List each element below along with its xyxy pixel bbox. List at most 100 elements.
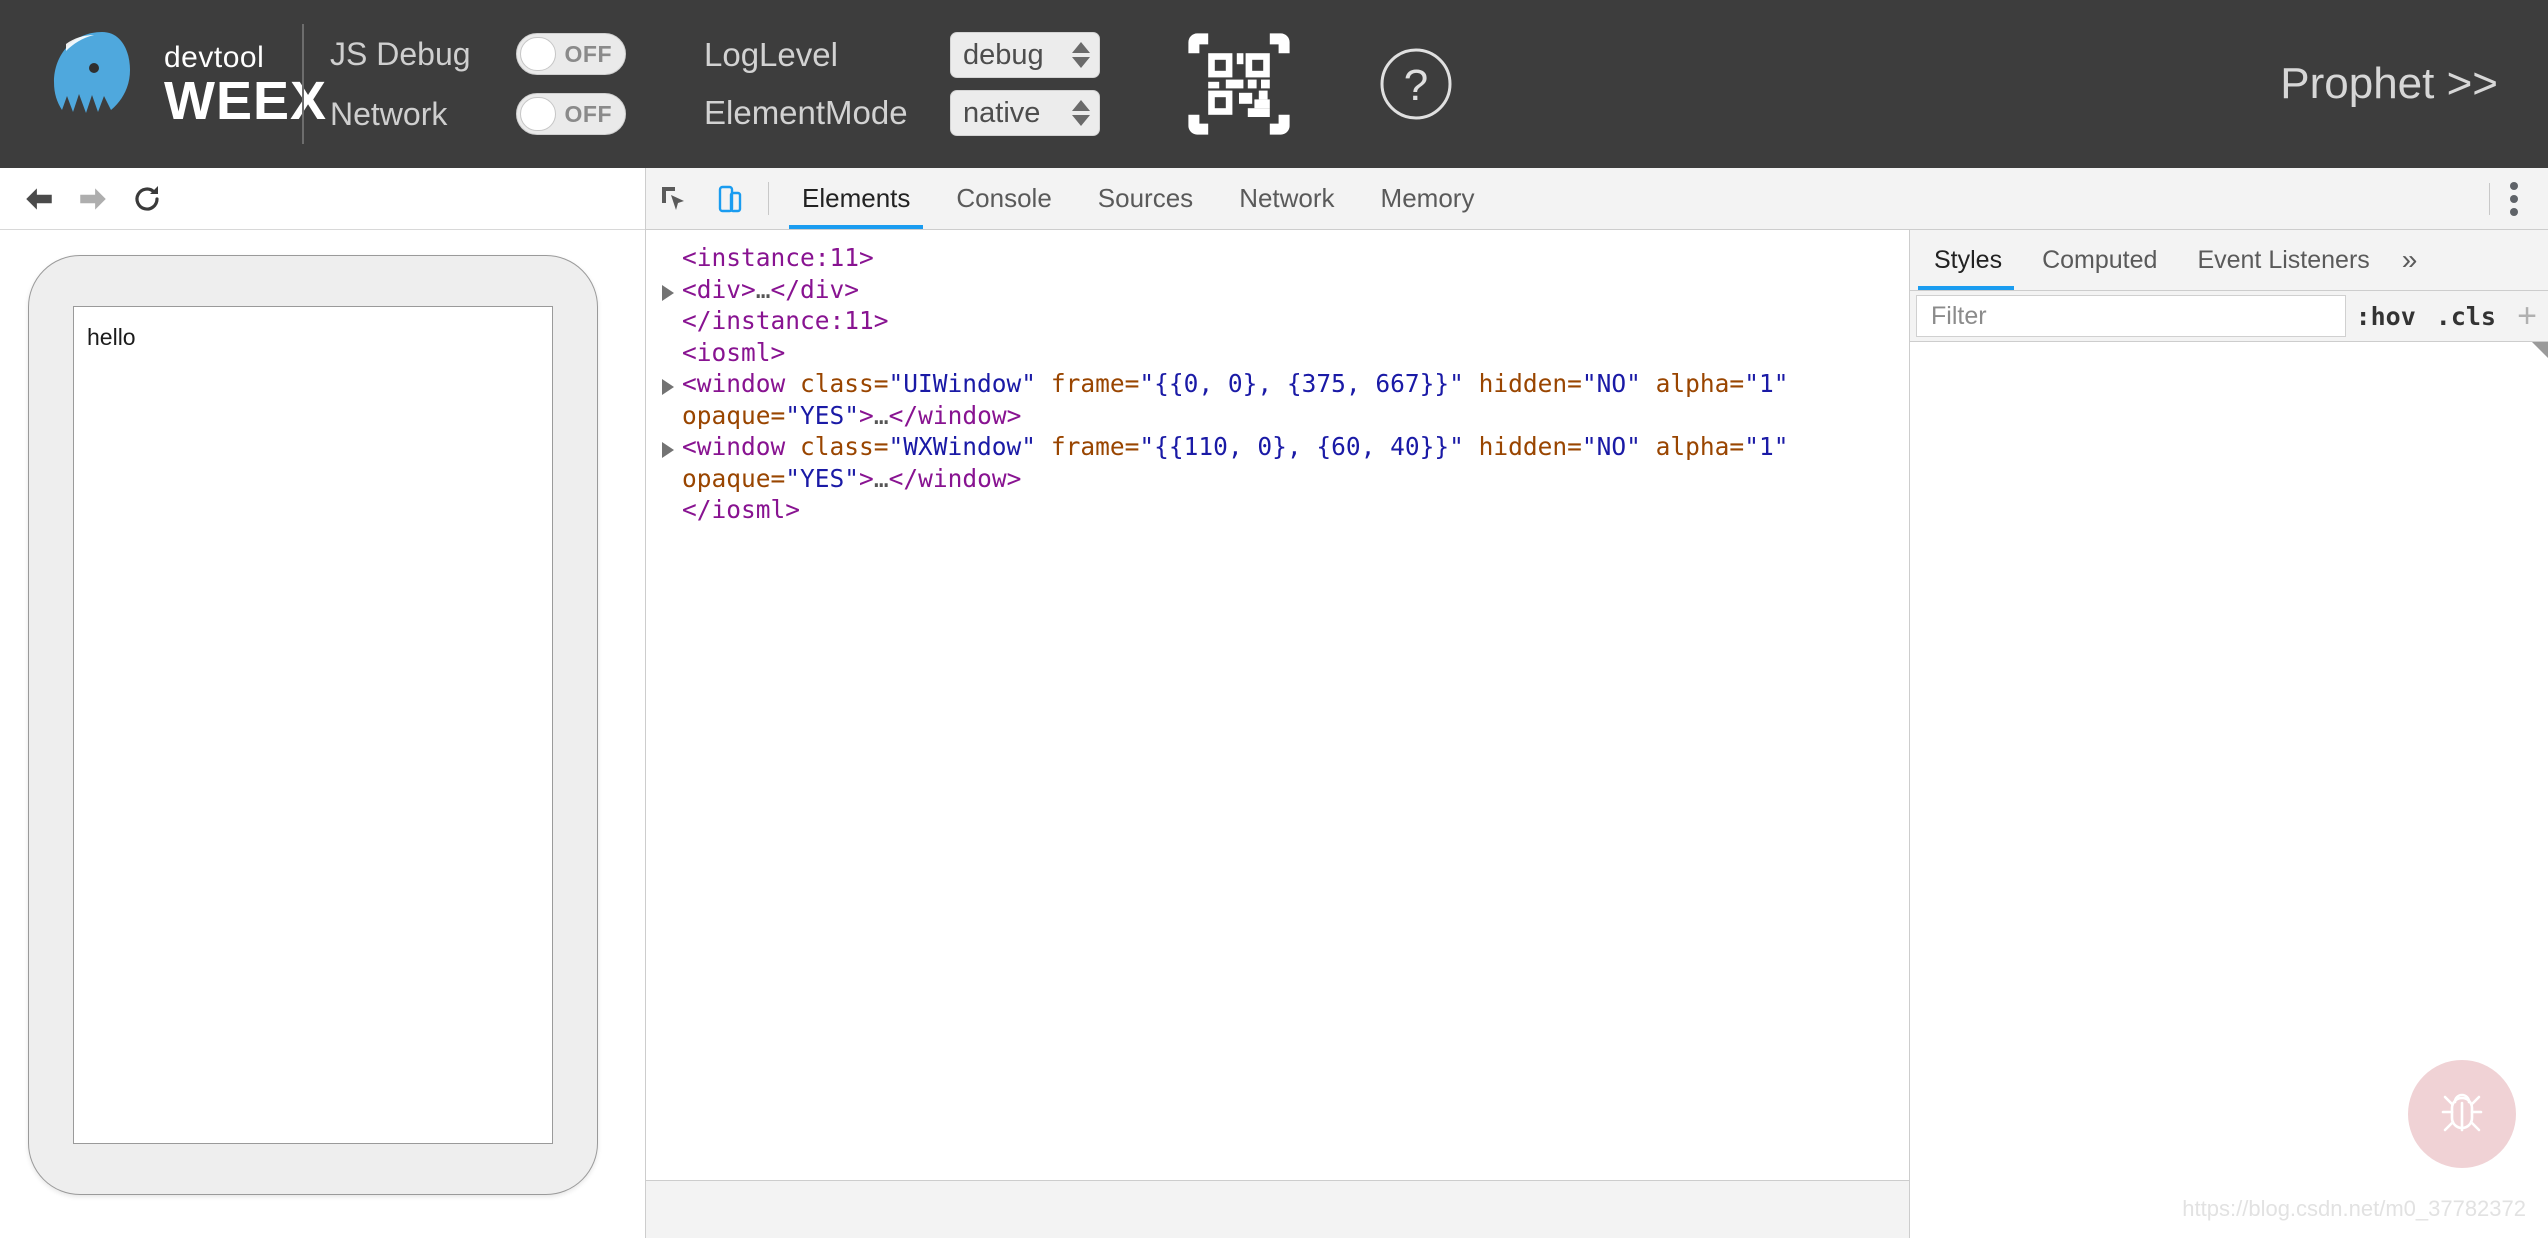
dom-tree-line[interactable]: <window class="UIWindow" frame="{{0, 0},… [660, 368, 1909, 431]
tab-sources[interactable]: Sources [1075, 168, 1216, 229]
tab-elements[interactable]: Elements [779, 168, 933, 229]
switch-group: JS Debug OFF Network OFF [330, 31, 626, 137]
tab-computed[interactable]: Computed [2022, 230, 2177, 290]
app-header: devtool WEEX JS Debug OFF Network OFF Lo… [0, 0, 2548, 168]
select-group: LogLevel debug ElementMode native [704, 32, 1100, 136]
dom-token-attrv: "YES" [785, 463, 860, 493]
arrow-back-icon[interactable] [12, 172, 66, 226]
dom-token-tag: <window [682, 432, 801, 461]
elementmode-select[interactable]: native [950, 90, 1100, 136]
devtools-panel: Elements Console Sources Network Memory … [645, 168, 2548, 1238]
help-question-icon[interactable]: ? [1378, 46, 1454, 122]
dom-token-eq: = [770, 463, 786, 493]
dom-token-tag: </window> [888, 463, 1022, 493]
svg-text:?: ? [1404, 61, 1428, 110]
dom-token-attrv: "{{0, 0}, {375, 667}}" [1139, 369, 1464, 398]
dom-token-attrn: hidden [1463, 369, 1568, 398]
network-state: OFF [564, 100, 612, 127]
dom-token-tag: <instance:11> [682, 243, 874, 272]
bug-icon[interactable] [2408, 1060, 2516, 1168]
js-debug-row: JS Debug OFF [330, 31, 626, 77]
device-toolbar-icon[interactable] [702, 168, 758, 229]
dom-token-attrv: "NO" [1581, 369, 1641, 398]
loglevel-select[interactable]: debug [950, 32, 1100, 78]
tab-network[interactable]: Network [1216, 168, 1357, 229]
kebab-menu-icon[interactable] [2494, 181, 2534, 216]
devtools-toolbar: Elements Console Sources Network Memory [646, 168, 2548, 230]
stepper-arrows-icon [1072, 42, 1090, 68]
dom-tree-line[interactable]: <instance:11> [660, 242, 1909, 274]
dom-tree[interactable]: <instance:11> <div>…</div> </instance:11> <… [646, 230, 1909, 1180]
stepper-arrows-icon [1072, 100, 1090, 126]
dom-token-tag: </iosml> [682, 495, 801, 524]
weex-bird-logo-icon [46, 28, 154, 140]
dom-token-attrv: "1" [1744, 432, 1789, 461]
dom-token-attrn: class [800, 432, 874, 461]
toolbar-divider [768, 182, 769, 215]
dom-token-attrn: frame [1036, 432, 1125, 461]
header-divider [302, 24, 304, 144]
arrow-forward-icon[interactable] [66, 172, 120, 226]
dom-token-attrv: "YES" [785, 400, 860, 430]
toggle-knob [520, 97, 556, 131]
dom-tree-line[interactable]: <window class="WXWindow" frame="{{110, 0… [660, 431, 1909, 494]
dom-token-eq: = [1729, 369, 1745, 398]
elementmode-label: ElementMode [704, 94, 908, 131]
dom-tree-line[interactable]: </instance:11> [660, 305, 1909, 337]
js-debug-state: OFF [564, 40, 612, 67]
devtools-toolbar-right [2485, 168, 2548, 229]
tab-memory[interactable]: Memory [1358, 168, 1498, 229]
dom-token-tag: <window [682, 369, 801, 398]
network-toggle[interactable]: OFF [516, 93, 626, 135]
devtools-body: <instance:11> <div>…</div> </instance:11> <… [646, 230, 2548, 1238]
tab-event-listeners[interactable]: Event Listeners [2177, 230, 2389, 290]
dom-token-attrv: "NO" [1581, 432, 1641, 461]
expand-triangle-icon[interactable] [662, 379, 674, 395]
styles-filter-input[interactable]: Filter [1916, 295, 2346, 337]
loglevel-row: LogLevel debug [704, 32, 1100, 78]
dom-breadcrumb-bar [646, 1180, 1909, 1238]
expand-triangle-icon[interactable] [662, 442, 674, 458]
dom-token-tag: <iosml> [682, 337, 786, 367]
dom-token-tag: </window> [888, 400, 1022, 430]
loglevel-value: debug [963, 38, 1044, 71]
brand: devtool WEEX [46, 28, 326, 140]
dom-token-attrn: frame [1036, 369, 1125, 398]
inspect-cursor-icon[interactable] [646, 168, 702, 229]
js-debug-label: JS Debug [330, 35, 471, 72]
add-style-rule-button[interactable]: + [2506, 295, 2548, 337]
loglevel-label: LogLevel [704, 36, 838, 73]
expand-triangle-icon[interactable] [662, 284, 674, 301]
dom-token-eq: = [873, 432, 889, 461]
dom-token-dots: … [873, 400, 889, 430]
chevron-double-right-icon[interactable]: » [2390, 230, 2430, 290]
cls-toggle-button[interactable]: .cls [2426, 295, 2506, 337]
dom-token-eq: = [770, 400, 786, 430]
dom-token-tag: <div> [682, 274, 756, 304]
toggle-knob [520, 37, 556, 71]
dom-tree-line[interactable]: <iosml> [660, 337, 1909, 369]
dom-tree-line[interactable]: <div>…</div> [660, 274, 1909, 306]
dom-token-tag: </instance:11> [682, 306, 889, 335]
dom-token-eq: = [1567, 369, 1582, 398]
dom-token-attrv: "{{110, 0}, {60, 40}}" [1139, 432, 1464, 461]
dom-tree-line[interactable]: </iosml> [660, 494, 1909, 526]
prophet-link[interactable]: Prophet >> [2280, 59, 2498, 109]
device-preview: hello [28, 255, 598, 1195]
hov-toggle-button[interactable]: :hov [2346, 295, 2426, 337]
tab-console[interactable]: Console [933, 168, 1074, 229]
browser-nav-bar [0, 168, 645, 230]
reload-icon[interactable] [120, 172, 174, 226]
dom-token-attrn: class [800, 369, 874, 398]
dom-token-attrn: alpha [1640, 432, 1730, 461]
dom-token-attrv: "1" [1744, 369, 1789, 398]
phone-frame: hello [28, 255, 598, 1195]
phone-screen-text: hello [87, 324, 136, 350]
js-debug-toggle[interactable]: OFF [516, 33, 626, 75]
qr-scan-icon[interactable] [1184, 29, 1294, 139]
phone-screen[interactable]: hello [73, 306, 553, 1144]
styles-tabs: Styles Computed Event Listeners » [1910, 230, 2548, 290]
tab-styles[interactable]: Styles [1910, 230, 2022, 290]
elementmode-value: native [963, 96, 1041, 129]
preview-pane: hello [0, 168, 645, 1238]
